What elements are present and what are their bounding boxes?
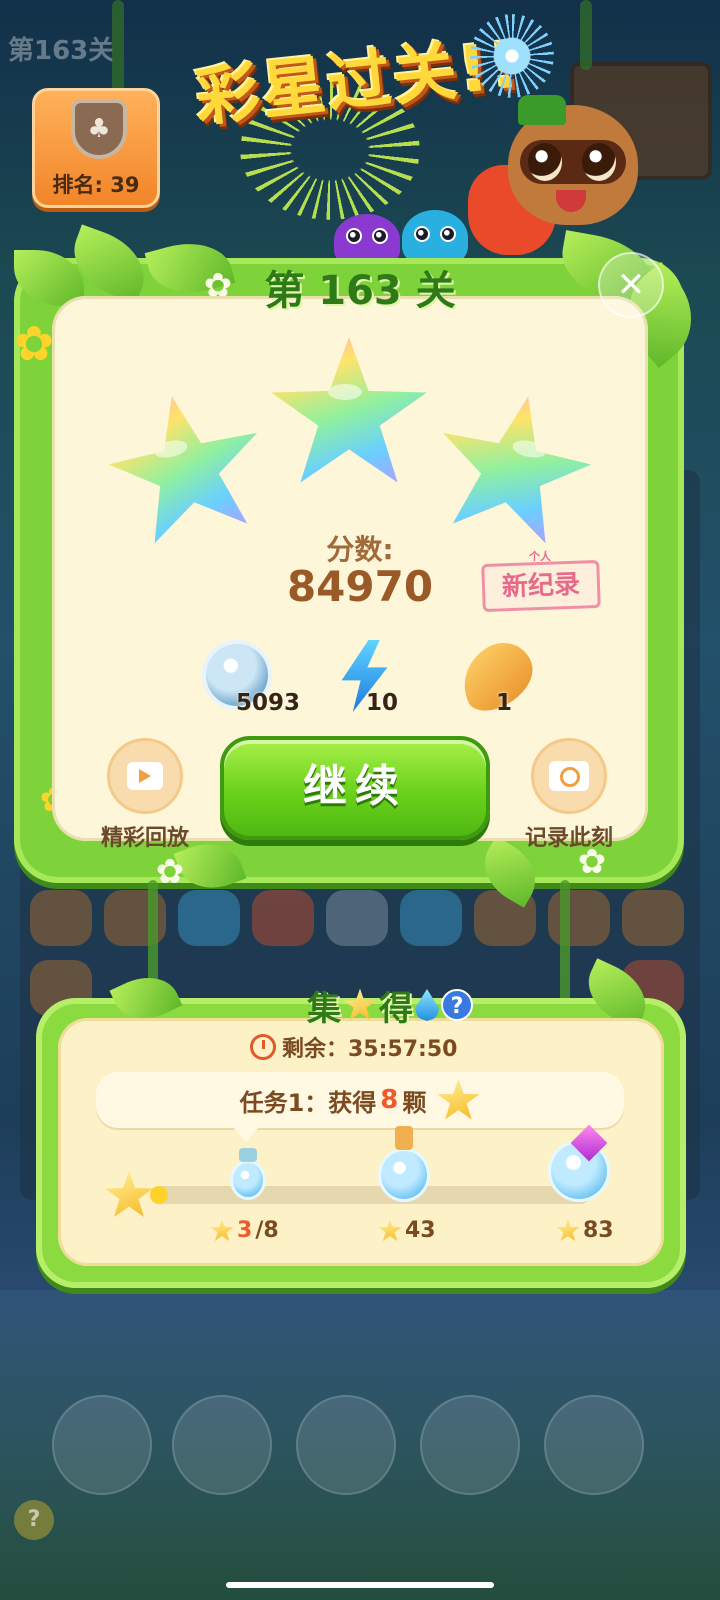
booster-bomb-slot[interactable] [296,1395,396,1495]
event-title-part: 得 [379,988,413,1029]
event-title-part: 集 [307,988,341,1029]
capture-button[interactable]: 记录此刻 [504,738,634,852]
task-count: 8 [380,1085,399,1115]
task-description: 任务1：获得 8 颗 [96,1072,624,1128]
background-vine [112,0,124,100]
dock-help-icon[interactable]: ? [14,1500,54,1540]
rank-label: 排名: 39 [52,173,140,197]
star-shine [328,384,362,400]
event-title: 集 得 ? [280,980,500,1030]
booster-swap-slot[interactable] [52,1395,152,1495]
continue-button[interactable]: 继续 [220,736,490,840]
task-suffix: 颗 [402,1088,427,1117]
background-tile [252,890,314,946]
replay-label: 精彩回放 [100,826,189,851]
background-tile [326,890,388,946]
home-indicator[interactable] [226,1582,494,1588]
star-icon [343,988,377,1020]
capture-label: 记录此刻 [524,826,613,851]
vine-connector [560,880,570,1010]
booster-hammer-slot[interactable] [420,1395,520,1495]
milestone-target: 43 [405,1218,436,1243]
milestone-label: 83 [556,1218,614,1243]
background-tile [400,890,462,946]
background-level-label: 第163关 [8,36,115,66]
owl-eye-icon [346,228,362,244]
rank-badge[interactable]: ♣ 排名: 39 [32,88,160,208]
clock-icon [250,1034,276,1060]
milestone-label: 3 /8 [210,1218,279,1243]
milestone-target: /8 [255,1218,279,1243]
booster-rocket-slot[interactable] [172,1395,272,1495]
firework-blue-icon [470,14,554,98]
owl-eye-icon [372,228,388,244]
background-tile [548,890,610,946]
raccoon-eye-icon [528,143,562,181]
camera-icon [531,738,607,814]
video-replay-icon [107,738,183,814]
event-progress-track [150,1186,590,1204]
lightning-count: 10 [366,690,399,716]
background-tile [622,890,684,946]
star-icon [556,1218,580,1242]
task-prefix: 任务1：获得 [239,1088,377,1117]
close-button[interactable]: ✕ [598,252,664,318]
blob-eye-icon [440,226,456,242]
score-value: 84970 [286,562,434,611]
seed-count: 1 [496,690,513,716]
green-hat-icon [518,95,566,125]
new-record-stamp: 新纪录 [481,559,601,613]
background-tile [178,890,240,946]
clover-shield-icon: ♣ [71,99,127,159]
small-bottle-icon [230,1160,266,1200]
level-title: 第 163 关 [264,268,456,314]
booster-wand-slot[interactable] [544,1395,644,1495]
raccoon-eye-icon [582,143,616,181]
star-icon [437,1078,480,1120]
background-vine [580,0,592,70]
replay-button[interactable]: 精彩回放 [80,738,210,852]
medium-bottle-icon [378,1148,430,1202]
event-help-icon[interactable]: ? [441,989,473,1021]
bottle-cork [239,1148,257,1162]
timer-text: 剩余：35:57:50 [282,1037,458,1062]
event-timer: 剩余：35:57:50 [250,1032,480,1062]
bottle-cork [395,1126,413,1150]
star-icon [210,1218,234,1242]
milestone-label: 43 [378,1218,436,1243]
raccoon-mascot [498,95,648,245]
water-drop-icon [415,989,439,1021]
coin-count: 5093 [236,690,301,716]
blob-eye-icon [414,226,430,242]
milestone-target: 83 [583,1218,614,1243]
background-tile [30,890,92,946]
star-icon [378,1218,402,1242]
milestone-current: 3 [237,1218,253,1243]
task-pointer [232,1126,260,1142]
